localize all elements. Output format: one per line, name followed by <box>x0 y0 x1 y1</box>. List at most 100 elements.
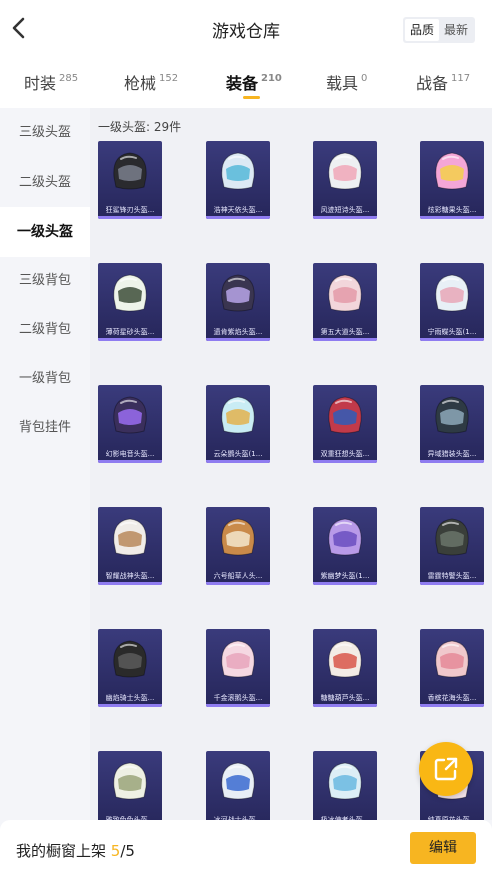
helmet-item-card[interactable]: 狂鲨锋刃头盔... <box>98 141 162 219</box>
tab-supplies[interactable]: 战备 117 <box>416 70 470 94</box>
share-button[interactable] <box>419 742 473 796</box>
helmet-item-card[interactable]: 云朵鹦头盔(1... <box>206 385 270 463</box>
sidebar-item-level3-helmet[interactable]: 三级头盔 <box>0 108 90 158</box>
rarity-bar <box>420 338 484 341</box>
rarity-bar <box>313 460 377 463</box>
header: 游戏仓库 品质 最新 <box>0 0 492 58</box>
sidebar-item-level1-helmet[interactable]: 一级头盔 <box>0 207 90 257</box>
helmet-icon <box>221 152 255 190</box>
helmet-item-card[interactable]: 遗肯紫焰头盔... <box>206 263 270 341</box>
rarity-bar <box>420 582 484 585</box>
helmet-icon <box>113 396 147 434</box>
rarity-bar <box>206 704 270 707</box>
sidebar-item-level2-backpack[interactable]: 二级背包 <box>0 305 90 355</box>
helmet-icon <box>328 640 362 678</box>
sidebar-item-level2-helmet[interactable]: 二级头盔 <box>0 158 90 208</box>
item-grid: 一级头盔: 29件 狂鲨锋刃头盔... 浩神天依头盔... 风迹短诗头盔... 炫彩糖… <box>90 108 492 820</box>
rarity-bar <box>313 216 377 219</box>
helmet-icon <box>435 640 469 678</box>
helmet-item-name: 智耀战神头盔... <box>105 572 155 580</box>
helmet-item-card[interactable]: 异域猎装头盔... <box>420 385 484 463</box>
helmet-icon <box>113 152 147 190</box>
sort-newest-button[interactable]: 最新 <box>439 19 473 41</box>
rarity-bar <box>420 460 484 463</box>
helmet-icon <box>221 396 255 434</box>
helmet-item-card[interactable]: 风迹短诗头盔... <box>313 141 377 219</box>
helmet-item-card[interactable]: 宁雨蝶头盔(1... <box>420 263 484 341</box>
helmet-item-card[interactable]: 香槟花海头盔... <box>420 629 484 707</box>
sidebar-item-backpack-charm[interactable]: 背包挂件 <box>0 403 90 453</box>
helmet-icon <box>113 762 147 800</box>
tab-vehicles[interactable]: 载具 0 <box>326 70 367 94</box>
rarity-bar <box>206 338 270 341</box>
tab-firearms[interactable]: 枪械 152 <box>124 70 178 94</box>
rarity-bar <box>206 216 270 219</box>
helmet-item-card[interactable]: 极冰使者头盔... <box>313 751 377 820</box>
helmet-icon <box>435 274 469 312</box>
helmet-item-name: 香槟花海头盔... <box>427 694 477 702</box>
helmet-icon <box>221 640 255 678</box>
rarity-bar <box>313 704 377 707</box>
rarity-bar <box>420 216 484 219</box>
helmet-item-card[interactable]: 幽焰骑士头盔... <box>98 629 162 707</box>
helmet-item-name: 幻影电音头盔... <box>105 450 155 458</box>
edit-button[interactable]: 编辑 <box>410 832 476 864</box>
helmet-item-name: 宁雨蝶头盔(1... <box>427 328 477 336</box>
helmet-item-name: 千金滚鹅头盔... <box>213 694 263 702</box>
external-link-icon <box>434 757 458 781</box>
helmet-item-card[interactable]: 薄荷星砂头盔... <box>98 263 162 341</box>
helmet-icon <box>113 274 147 312</box>
helmet-icon <box>328 762 362 800</box>
showcase-current-count: 5 <box>110 842 121 860</box>
helmet-item-name: 遗肯紫焰头盔... <box>213 328 263 336</box>
rarity-bar <box>98 704 162 707</box>
helmet-item-card[interactable]: 双重狂想头盔... <box>313 385 377 463</box>
sidebar-item-level1-backpack[interactable]: 一级背包 <box>0 354 90 404</box>
helmet-item-name: 幽焰骑士头盔... <box>105 694 155 702</box>
rarity-bar <box>206 582 270 585</box>
helmet-item-name: 双重狂想头盔... <box>320 450 370 458</box>
sidebar: 三级头盔 二级头盔 一级头盔 三级背包 二级背包 一级背包 背包挂件 <box>0 108 90 820</box>
rarity-bar <box>313 338 377 341</box>
item-count-label: 一级头盔: 29件 <box>98 120 182 134</box>
helmet-icon <box>221 274 255 312</box>
rarity-bar <box>98 338 162 341</box>
helmet-item-card[interactable]: 幻影电音头盔... <box>98 385 162 463</box>
helmet-item-card[interactable]: 智耀战神头盔... <box>98 507 162 585</box>
tab-fashion[interactable]: 时装 285 <box>24 70 78 94</box>
helmet-item-card[interactable]: 紫幽梦头盔(1... <box>313 507 377 585</box>
sort-toggle: 品质 最新 <box>403 17 475 43</box>
active-tab-indicator <box>243 96 260 99</box>
rarity-bar <box>420 704 484 707</box>
helmet-icon <box>328 396 362 434</box>
tab-equipment[interactable]: 装备 210 <box>226 70 282 99</box>
helmet-item-card[interactable]: 冰河战士头盔... <box>206 751 270 820</box>
helmet-icon <box>435 396 469 434</box>
helmet-item-name: 六号船草人头... <box>213 572 263 580</box>
helmet-icon <box>113 640 147 678</box>
helmet-item-card[interactable]: 炫彩糖果头盔... <box>420 141 484 219</box>
helmet-item-card[interactable]: 第五大道头盔... <box>313 263 377 341</box>
helmet-icon <box>435 518 469 556</box>
helmet-icon <box>221 762 255 800</box>
helmet-item-card[interactable]: 千金滚鹅头盔... <box>206 629 270 707</box>
helmet-icon <box>435 152 469 190</box>
helmet-item-card[interactable]: 雷霆特警头盔... <box>420 507 484 585</box>
helmet-icon <box>113 518 147 556</box>
rarity-bar <box>98 460 162 463</box>
showcase-label: 我的橱窗上架 5/5 <box>16 842 135 860</box>
rarity-bar <box>313 582 377 585</box>
helmet-icon <box>328 518 362 556</box>
helmet-item-card[interactable]: 浩神天依头盔... <box>206 141 270 219</box>
helmet-item-name: 浩神天依头盔... <box>213 206 263 214</box>
helmet-item-card[interactable]: 六号船草人头... <box>206 507 270 585</box>
showcase-total-count: /5 <box>120 842 135 860</box>
helmet-item-name: 异域猎装头盔... <box>427 450 477 458</box>
helmet-item-card[interactable]: 雅致兔兔头盔... <box>98 751 162 820</box>
sort-quality-button[interactable]: 品质 <box>405 19 439 41</box>
helmet-icon <box>328 274 362 312</box>
helmet-item-name: 第五大道头盔... <box>320 328 370 336</box>
helmet-item-name: 炫彩糖果头盔... <box>427 206 477 214</box>
sidebar-item-level3-backpack[interactable]: 三级背包 <box>0 256 90 306</box>
helmet-item-card[interactable]: 糖糖葫芦头盔... <box>313 629 377 707</box>
